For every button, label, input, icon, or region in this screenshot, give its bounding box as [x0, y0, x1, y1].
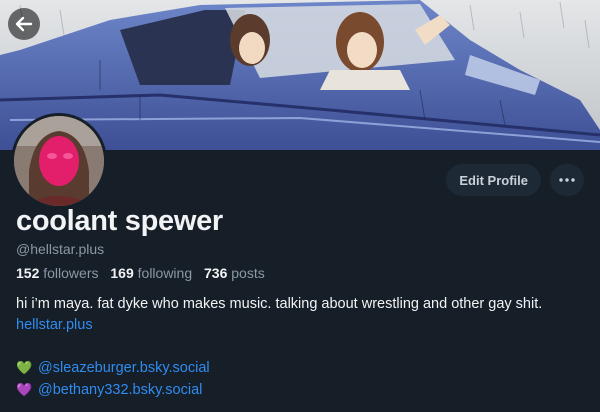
bio-text: hi i’m maya. fat dyke who makes music. t…: [16, 296, 543, 312]
followers-stat[interactable]: 152 followers: [16, 265, 99, 281]
arrow-left-icon: [15, 16, 33, 32]
followers-label: followers: [43, 265, 99, 281]
back-button[interactable]: [8, 8, 40, 40]
followers-count: 152: [16, 265, 40, 281]
green-heart-icon: 💚: [16, 360, 33, 375]
more-horizontal-icon: [559, 178, 575, 182]
profile-bio: hi i’m maya. fat dyke who makes music. t…: [16, 294, 584, 401]
bio-description: hi i’m maya. fat dyke who makes music. t…: [16, 294, 584, 336]
posts-count: 736: [204, 265, 228, 281]
purple-heart-icon: 💜: [16, 382, 33, 397]
posts-stat: 736 posts: [204, 265, 265, 281]
following-label: following: [137, 265, 193, 281]
display-name: coolant spewer: [16, 205, 223, 237]
handle: @hellstar.plus: [16, 241, 105, 257]
more-options-button[interactable]: [550, 164, 584, 196]
following-stat[interactable]: 169 following: [110, 265, 192, 281]
edit-profile-button[interactable]: Edit Profile: [446, 164, 541, 196]
avatar[interactable]: [11, 113, 107, 209]
linked-account-link[interactable]: @bethany332.bsky.social: [38, 382, 202, 398]
profile-actions: Edit Profile: [446, 164, 584, 196]
bio-website-link[interactable]: hellstar.plus: [16, 317, 93, 333]
linked-account-row: 💜 @bethany332.bsky.social: [16, 379, 584, 401]
posts-label: posts: [231, 265, 265, 281]
linked-account-row: 💚 @sleazeburger.bsky.social: [16, 357, 584, 379]
avatar-image: [14, 116, 104, 206]
following-count: 169: [110, 265, 134, 281]
linked-account-link[interactable]: @sleazeburger.bsky.social: [38, 360, 210, 376]
profile-stats: 152 followers 169 following 736 posts: [16, 265, 265, 281]
